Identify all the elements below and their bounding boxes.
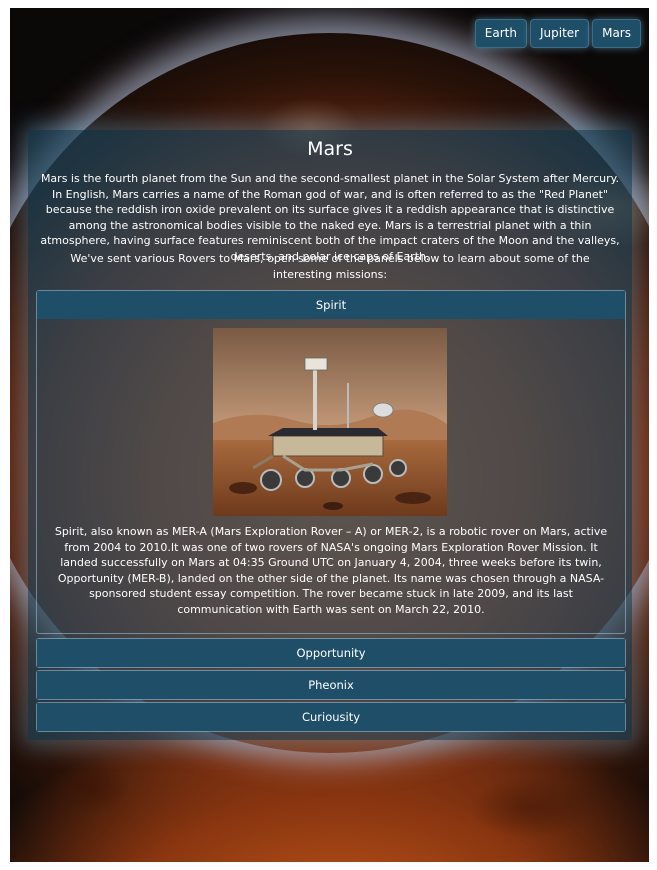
planet-nav: Earth Jupiter Mars (474, 19, 641, 48)
accordion-header-pheonix[interactable]: Pheonix (37, 671, 625, 699)
accordion-header-spirit[interactable]: Spirit (37, 291, 625, 319)
content-panel: Mars Mars is the fourth planet from the … (28, 130, 632, 740)
nav-mars-button[interactable]: Mars (592, 19, 641, 48)
accordion-header-opportunity[interactable]: Opportunity (37, 639, 625, 667)
nav-jupiter-button[interactable]: Jupiter (529, 19, 590, 48)
spirit-description: Spirit, also known as MER-A (Mars Explor… (54, 525, 608, 616)
rovers-intro-text: We've sent various Rovers to Mars, open … (70, 252, 590, 281)
page-title: Mars (307, 138, 353, 160)
rover-photo (213, 328, 447, 516)
accordion-header-curiousity[interactable]: Curiousity (37, 703, 625, 731)
accordion-panel-spirit: Spirit Spirit, also known as MER-A (Mars… (36, 290, 626, 634)
nav-earth-button[interactable]: Earth (474, 19, 527, 48)
accordion-panel-opportunity: Opportunity (36, 638, 626, 668)
accordion-panel-curiousity: Curiousity (36, 702, 626, 732)
page-background: Earth Jupiter Mars Mars Mars is the four… (10, 8, 649, 862)
accordion-panel-pheonix: Pheonix (36, 670, 626, 700)
